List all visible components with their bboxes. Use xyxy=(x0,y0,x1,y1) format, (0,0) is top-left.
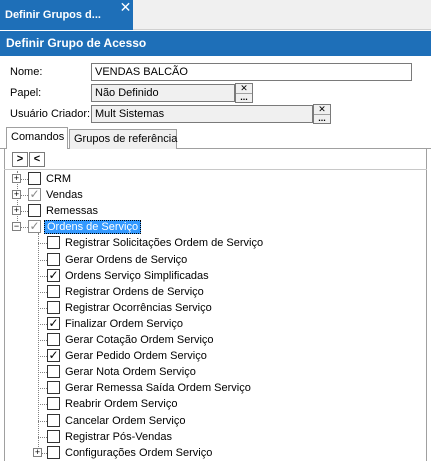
checkbox[interactable]: ✓ xyxy=(28,220,41,234)
tree-node-label: Gerar Nota Ordem Serviço xyxy=(65,366,196,379)
tree-node[interactable]: + Remessas xyxy=(4,203,424,219)
tree-node-label: Ordens Serviço Simplificadas xyxy=(65,269,209,282)
document-tab[interactable]: Definir Grupos d... ✕ xyxy=(0,0,133,30)
ellipsis-icon[interactable]: ... xyxy=(236,93,252,102)
close-icon[interactable]: ✕ xyxy=(119,0,132,14)
collapse-all-button[interactable]: < xyxy=(29,152,45,167)
tree-node[interactable]: + ✓ Vendas xyxy=(4,187,424,203)
tree-child-node[interactable]: Cancelar Ordem Serviço xyxy=(4,413,424,429)
tree-node[interactable]: − ✓ Ordens de Serviço xyxy=(4,219,424,235)
expand-all-button[interactable]: > xyxy=(12,152,28,167)
tree-node-label: Vendas xyxy=(46,189,83,202)
papel-lookup: ✕ ... xyxy=(235,83,253,103)
tree-connector xyxy=(38,259,47,261)
expand-icon[interactable]: + xyxy=(12,206,21,216)
checkbox[interactable] xyxy=(47,300,60,314)
tree-child-node[interactable]: Registrar Pós-Vendas xyxy=(4,429,424,445)
tree-node-label: Gerar Cotação Ordem Serviço xyxy=(65,334,214,346)
tab-comandos[interactable]: Comandos xyxy=(6,127,68,149)
page-title: Definir Grupo de Acesso xyxy=(6,36,147,50)
tree-connector xyxy=(38,323,47,325)
tree-child-node[interactable]: + Configurações Ordem Serviço xyxy=(4,445,424,461)
tree-node-label: CRM xyxy=(46,173,72,185)
tree-connector xyxy=(38,388,47,390)
tree-connector xyxy=(38,404,47,406)
tree-child-node[interactable]: Registrar Ordens de Serviço xyxy=(4,284,424,300)
tree-connector xyxy=(38,436,47,438)
checkbox[interactable] xyxy=(47,413,60,427)
tab-grupos-de-referencia[interactable]: Grupos de referência xyxy=(69,129,177,149)
tree-node-label: Finalizar Ordem Serviço xyxy=(65,317,183,330)
tree-child-node[interactable]: ✓ Finalizar Ordem Serviço xyxy=(4,316,424,332)
nome-field[interactable]: VENDAS BALCÃO xyxy=(91,63,412,81)
tree-connector xyxy=(38,243,47,245)
checkbox[interactable] xyxy=(47,381,60,395)
checkbox[interactable] xyxy=(47,445,60,459)
tree-node-label: Registrar Ocorrências Serviço xyxy=(65,301,212,314)
checkbox[interactable] xyxy=(28,204,41,218)
checkbox[interactable]: ✓ xyxy=(47,349,60,363)
tree-node-label: Registrar Ordens de Serviço xyxy=(65,285,204,298)
tree-node-label: Ordens de Serviço xyxy=(44,220,142,235)
tree-connector xyxy=(38,340,47,341)
checkbox[interactable] xyxy=(47,236,60,250)
nome-label: Nome: xyxy=(10,66,43,78)
tree-node-label: Cancelar Ordem Serviço xyxy=(65,414,186,427)
tree-child-node[interactable]: Reabrir Ordem Serviço xyxy=(4,396,424,412)
expand-icon[interactable]: + xyxy=(12,174,21,183)
checkbox[interactable] xyxy=(28,172,41,185)
tree-child-node[interactable]: Gerar Ordens de Serviço xyxy=(4,252,424,268)
checkbox[interactable] xyxy=(47,284,60,298)
checkbox[interactable]: ✓ xyxy=(28,188,41,202)
ellipsis-icon[interactable]: ... xyxy=(314,114,330,123)
checkbox[interactable] xyxy=(47,252,60,266)
usuario-criador-label: Usuário Criador: xyxy=(10,108,91,120)
toolbar-divider xyxy=(4,169,427,170)
collapse-icon[interactable]: − xyxy=(12,222,21,232)
window-tab-strip: Definir Grupos d... ✕ xyxy=(0,0,431,30)
tree-child-node[interactable]: Gerar Cotação Ordem Serviço xyxy=(4,332,424,348)
tree-connector xyxy=(38,372,47,374)
commands-tree: + CRM + ✓ Vendas + Remessas − ✓ Ordens de Serviço… xyxy=(4,171,427,461)
papel-label: Papel: xyxy=(10,87,42,99)
tree-node[interactable]: + CRM xyxy=(4,171,424,187)
tree-node-label: Registrar Solicitações Ordem de Serviço xyxy=(65,237,264,250)
tree-node-label: Registrar Pós-Vendas xyxy=(65,430,172,443)
tree-node-label: Remessas xyxy=(46,205,98,218)
tree-child-node[interactable]: Gerar Nota Ordem Serviço xyxy=(4,364,424,380)
tree-child-node[interactable]: Registrar Solicitações Ordem de Serviço xyxy=(4,235,424,251)
tree-connector xyxy=(38,356,47,358)
checkbox[interactable] xyxy=(47,429,60,443)
tree-child-node[interactable]: Registrar Ocorrências Serviço xyxy=(4,300,424,316)
checkbox[interactable]: ✓ xyxy=(47,268,60,282)
expand-icon[interactable]: + xyxy=(12,190,21,200)
checkbox[interactable]: ✓ xyxy=(47,316,60,330)
form-header: Definir Grupo de Acesso xyxy=(0,31,431,56)
document-tab-title: Definir Grupos d... xyxy=(5,9,101,21)
tree-connector xyxy=(38,291,47,293)
tree-node-label: Gerar Pedido Ordem Serviço xyxy=(65,350,207,363)
tree-child-node[interactable]: ✓ Gerar Pedido Ordem Serviço xyxy=(4,348,424,364)
papel-field[interactable]: Não Definido xyxy=(91,84,235,102)
tree-node-label: Gerar Ordens de Serviço xyxy=(65,253,188,266)
tree-child-node[interactable]: ✓ Ordens Serviço Simplificadas xyxy=(4,268,424,284)
expand-icon[interactable]: + xyxy=(33,447,42,457)
tree-connector xyxy=(38,275,47,277)
checkbox[interactable] xyxy=(47,333,60,346)
tree-connector xyxy=(38,420,47,422)
tree-node-label: Reabrir Ordem Serviço xyxy=(65,398,178,411)
checkbox[interactable] xyxy=(47,397,60,411)
tree-child-node[interactable]: Gerar Remessa Saída Ordem Serviço xyxy=(4,380,424,396)
checkbox[interactable] xyxy=(47,365,60,379)
usuario-criador-field[interactable]: Mult Sistemas xyxy=(91,105,313,123)
tree-node-label: Configurações Ordem Serviço xyxy=(65,446,213,459)
tree-node-label: Gerar Remessa Saída Ordem Serviço xyxy=(65,382,251,395)
usuario-lookup: ✕ ... xyxy=(313,104,331,124)
tree-connector xyxy=(38,307,47,309)
